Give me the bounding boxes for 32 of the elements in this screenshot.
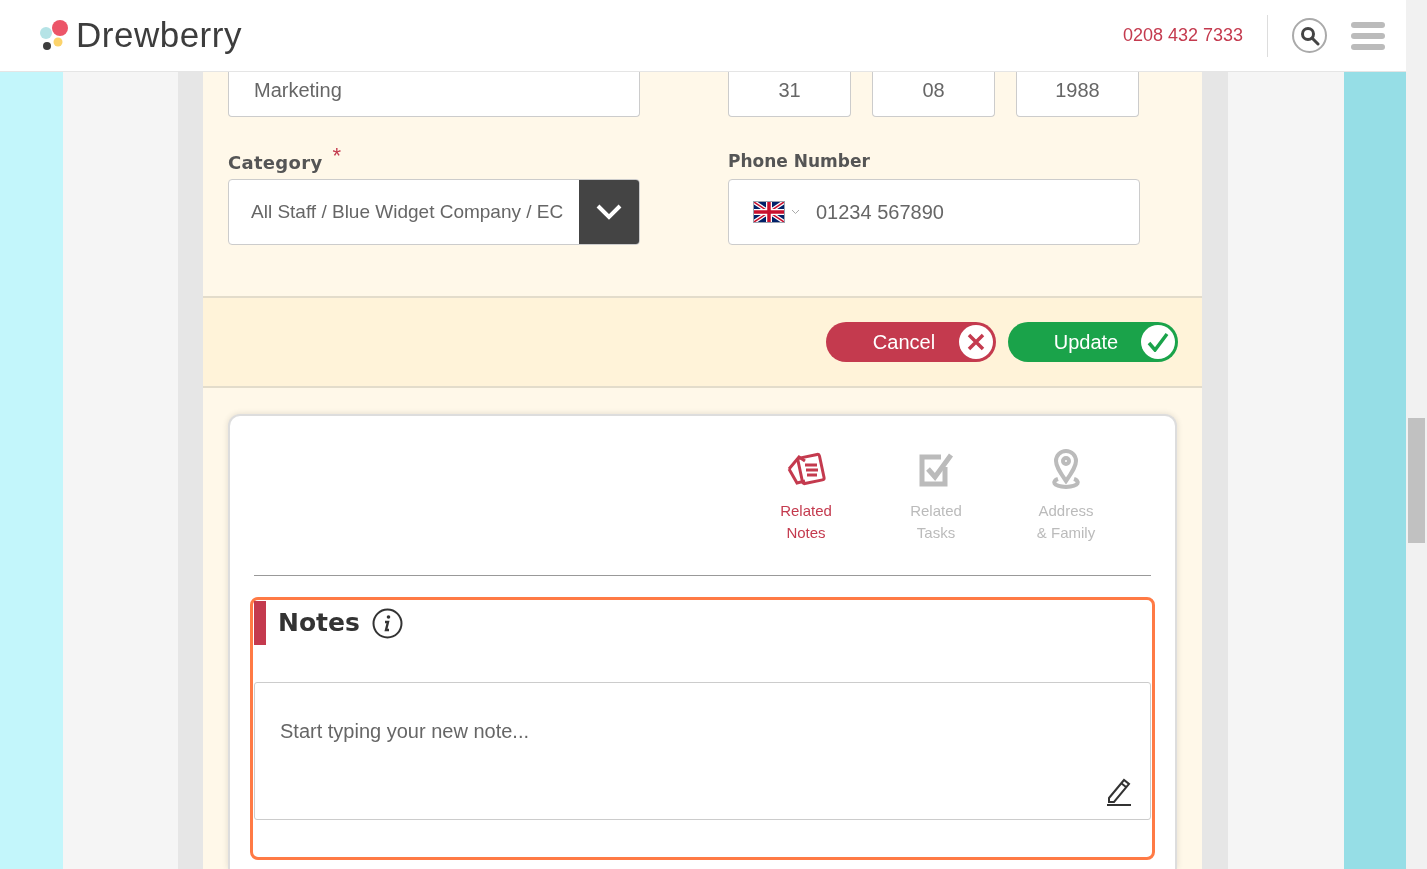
search-button[interactable]	[1292, 18, 1327, 53]
field-label: Phone Number	[728, 150, 870, 173]
date-field[interactable]: 08	[872, 72, 995, 117]
date-field[interactable]: 1988	[1016, 72, 1139, 117]
check-icon	[1141, 325, 1175, 359]
update-button[interactable]: Update	[1008, 322, 1178, 362]
location-pin-icon	[1049, 449, 1083, 491]
checkbox-icon	[917, 451, 955, 489]
pencil-icon	[1105, 776, 1133, 806]
phone-link[interactable]: 0208 432 7333	[1122, 22, 1243, 49]
required-mark: *	[332, 145, 341, 167]
accent-bar	[254, 601, 266, 645]
notes-title: Notes	[278, 607, 360, 640]
scrollbar[interactable]	[1406, 0, 1427, 869]
brand-name: Drewberry	[76, 14, 242, 57]
flag-icon	[753, 201, 785, 223]
related-tab[interactable]: Related Notes	[751, 444, 861, 544]
close-icon	[959, 325, 993, 359]
info-icon	[371, 607, 403, 639]
note-field[interactable]: Start typing your new note...	[254, 682, 1151, 820]
logo-icon	[38, 19, 70, 52]
category-select[interactable]: All Staff / Blue Widget Company / EC	[228, 179, 640, 245]
scrollbar-thumb[interactable]	[1408, 418, 1425, 543]
chevron-down-icon	[579, 180, 639, 244]
chevron-down-icon	[791, 209, 800, 215]
search-icon	[1299, 25, 1320, 46]
phone-field[interactable]: 01234 567890	[728, 179, 1140, 245]
department-field[interactable]: Marketing	[228, 72, 640, 117]
field-label: Category	[228, 151, 323, 175]
menu-button[interactable]	[1351, 21, 1385, 50]
date-field[interactable]: 31	[728, 72, 851, 117]
cancel-button[interactable]: Cancel	[826, 322, 996, 362]
